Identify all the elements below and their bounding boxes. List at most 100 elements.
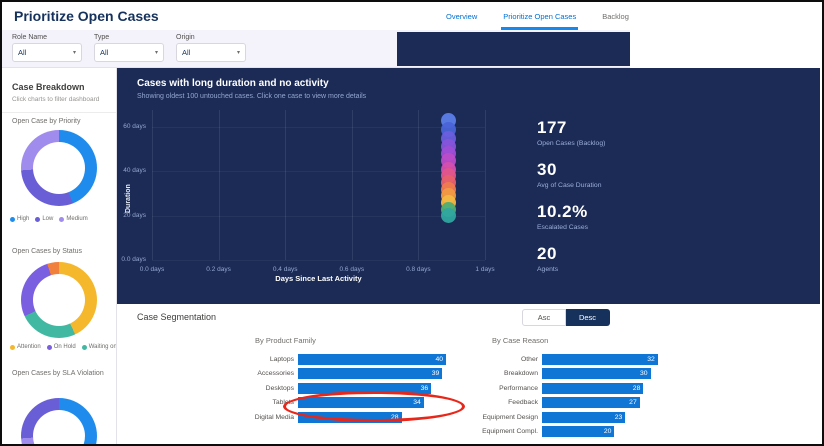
bar-category-label: Accessories [257,370,294,378]
legend-priority: High Low Medium [10,216,88,222]
bar[interactable]: 32 [542,354,658,365]
header-dark-panel [397,32,630,66]
chevron-down-icon: ▾ [154,50,158,56]
bar-value-label: 30 [640,370,648,378]
kpi-value: 30 [537,160,557,179]
legend-status: Attention On Hold Waiting on... [10,344,117,350]
y-tick-label: 0.0 days [121,256,146,263]
tab-bar: Overview Prioritize Open Cases Backlog [444,2,631,30]
scatter-plot: 0.0 days 0.2 days 0.4 days 0.6 days 0.8 days… [121,110,495,273]
tab-prioritize-open-cases[interactable]: Prioritize Open Cases [501,2,578,30]
gridline-horizontal [152,171,485,173]
divider [2,112,116,113]
case-bubble[interactable] [440,208,456,224]
legend-item-low[interactable]: Low [35,216,53,222]
tab-overview[interactable]: Overview [444,2,479,30]
legend-label: High [17,216,30,222]
bar-category-label: Equipment Compl. [482,427,538,435]
sort-desc-button[interactable]: Desc [566,309,610,326]
filter-value: All [100,48,109,57]
legend-item-medium[interactable]: Medium [59,216,88,222]
bar-value-label: 27 [629,399,637,407]
bar[interactable]: 28 [298,411,402,423]
bar-category-label: Breakdown [503,370,538,378]
bar[interactable]: 40 [298,354,446,365]
bar-value-label: 40 [435,356,443,363]
x-axis-label: Days Since Last Activity [275,274,362,283]
y-tick-label: 40 days [123,167,146,175]
donut-chart-priority[interactable] [21,130,97,206]
bar-chart-case-reason: Other 32 Breakdown 30 Performance 28 Feedback 2… [450,354,658,440]
segmentation-section: Case Segmentation Asc Desc By Product Fam… [117,304,820,444]
sidebar-subtitle: Click charts to filter dashboard [12,96,100,103]
legend-label: Waiting on... [88,344,117,350]
donut-chart-status[interactable] [21,262,97,338]
kpi-label: Open Cases (Backlog) [537,140,606,147]
gridline-horizontal [152,215,485,217]
bar-category-label: Feedback [508,399,538,407]
donut-title-sla: Open Cases by SLA Violation [12,370,104,377]
bar[interactable]: 27 [542,397,640,409]
kpi-value: 20 [537,244,557,263]
bar[interactable]: 34 [298,397,424,409]
scatter-title: Cases with long duration and no activity [137,78,329,89]
dashboard-window: Prioritize Open Cases Overview Prioritize… [0,0,824,446]
bar-row-equipment-compl: Equipment Compl. 20 [450,425,658,437]
tab-backlog[interactable]: Backlog [600,2,631,30]
filter-select-origin[interactable]: All ▾ [176,43,246,62]
bar-row-laptops: Laptops 40 [228,354,446,365]
legend-item-attention[interactable]: Attention [10,344,41,350]
bar[interactable]: 23 [542,411,626,423]
legend-label: Low [42,216,54,222]
bar[interactable]: 20 [542,425,615,437]
bar[interactable]: 36 [298,382,432,394]
legend-dot [46,344,52,350]
sort-asc-button[interactable]: Asc [522,309,566,326]
bar[interactable]: 39 [298,368,443,380]
sidebar-title: Case Breakdown [12,82,85,92]
bar-row-feedback: Feedback 27 [450,397,658,409]
filter-value: All [182,48,191,57]
filter-label: Role Name [12,34,48,41]
filter-label: Origin [176,34,195,41]
kpi-open-cases-backlog: 177 Open Cases (Backlog) [537,118,605,147]
bar-value-label: 28 [391,413,399,421]
filter-select-type[interactable]: All ▾ [94,43,164,62]
filter-role-name: Role Name All ▾ [12,34,82,67]
bar-category-label: Performance [499,384,538,392]
bar-value-label: 23 [614,413,623,421]
gridline-vertical [351,110,353,260]
bar-chart-title-case-reason: By Case Reason [492,336,549,345]
donut-title-priority: Open Case by Priority [12,118,81,125]
header: Prioritize Open Cases Overview Prioritize… [2,2,822,30]
bar-value-label: 28 [632,384,641,392]
donut-chart-sla[interactable] [21,398,97,444]
kpi-avg-of-case-duration: 30 Avg of Case Duration [537,160,605,189]
legend-item-on-hold[interactable]: On Hold [46,344,76,350]
filter-select-role-name[interactable]: All ▾ [12,43,82,62]
bar-category-label: Tablets [272,399,294,407]
chevron-down-icon: ▾ [236,50,240,56]
x-tick-label: 0.2 days [206,266,231,273]
legend-item-waiting-on[interactable]: Waiting on... [81,344,117,350]
gridline-horizontal [152,127,485,128]
legend-label: Medium [66,216,88,222]
bar-row-desktops: Desktops 36 [228,382,446,394]
bar-value-label: 34 [413,399,421,407]
bar[interactable]: 28 [542,382,644,394]
bar-chart-product-family: Laptops 40 Accessories 39 Desktops 36 Tablets 3… [228,354,446,426]
bar-category-label: Laptops [269,356,294,363]
bar[interactable]: 30 [542,368,651,380]
chevron-down-icon: ▾ [72,50,76,56]
bar-row-breakdown: Breakdown 30 [450,368,658,380]
kpi-value: 177 [537,118,567,137]
bar-category-label: Other [521,356,538,363]
x-tick-label: 0.8 days [406,266,431,273]
filter-value: All [18,48,27,57]
kpi-escalated-cases: 10.2% Escalated Cases [537,202,605,231]
legend-item-high[interactable]: High [10,216,29,222]
gridline-horizontal [152,260,485,261]
filter-origin: Origin All ▾ [176,34,246,67]
legend-label: Attention [17,344,41,350]
scatter-subtitle: Showing oldest 100 untouched cases. Clic… [137,93,367,100]
